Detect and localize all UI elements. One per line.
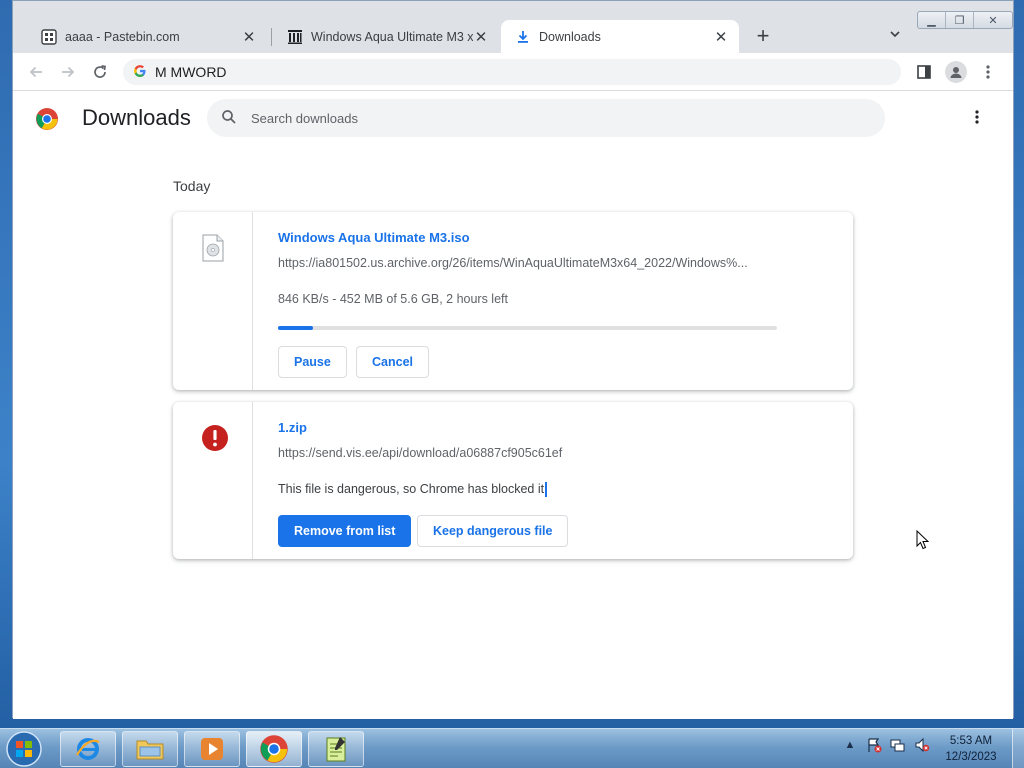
file-explorer-taskbar-icon[interactable] — [122, 731, 178, 767]
file-icon-column — [173, 212, 253, 390]
chrome-taskbar-icon[interactable] — [246, 731, 302, 767]
tab-search-chevron-icon[interactable] — [885, 27, 905, 47]
search-input[interactable] — [251, 110, 811, 126]
tab-downloads[interactable]: Downloads ✕ — [501, 20, 739, 53]
tab-strip: aaaa - Pastebin.com ✕ Windows Aqua Ultim… — [13, 1, 1013, 53]
tab-archive[interactable]: Windows Aqua Ultimate M3 x64 ✕ — [273, 20, 499, 53]
tab-title: aaaa - Pastebin.com — [65, 29, 180, 44]
notepad-taskbar-icon[interactable] — [308, 731, 364, 767]
taskbar: ▲ 5:53 AM 12/3/2023 — [0, 728, 1024, 768]
search-box — [207, 99, 885, 137]
download-icon — [515, 29, 531, 45]
file-name-link[interactable]: 1.zip — [278, 420, 307, 435]
chrome-window: aaaa - Pastebin.com ✕ Windows Aqua Ultim… — [12, 0, 1014, 719]
download-progress-bar — [278, 326, 777, 330]
downloads-header: Downloads — [13, 91, 1013, 149]
volume-muted-icon[interactable] — [914, 737, 930, 753]
new-tab-button[interactable]: + — [751, 25, 775, 49]
maximize-button[interactable]: ❐ — [946, 12, 974, 28]
file-url[interactable]: https://send.vis.ee/api/download/a06887c… — [278, 446, 778, 460]
close-window-button[interactable]: ✕ — [974, 12, 1012, 28]
minimize-button[interactable]: ▁ — [918, 12, 946, 28]
danger-status-line: This file is dangerous, so Chrome has bl… — [278, 482, 548, 498]
text-caret — [545, 482, 548, 498]
address-text: M MWORD — [155, 64, 227, 80]
start-button[interactable] — [4, 730, 44, 768]
file-icon-column — [173, 402, 253, 559]
tab-title: Downloads — [539, 29, 601, 44]
tab-pastebin[interactable]: aaaa - Pastebin.com ✕ — [27, 20, 267, 53]
address-bar[interactable]: M MWORD — [123, 59, 901, 85]
keep-dangerous-file-button[interactable]: Keep dangerous file — [417, 515, 569, 547]
chrome-logo-icon — [36, 108, 58, 130]
pause-button[interactable]: Pause — [278, 346, 347, 378]
network-icon[interactable] — [890, 737, 906, 753]
show-hidden-icons-icon[interactable]: ▲ — [842, 737, 858, 753]
back-button[interactable] — [25, 61, 47, 83]
google-g-icon — [133, 64, 147, 81]
tab-title: Windows Aqua Ultimate M3 x64 — [311, 29, 473, 44]
reload-button[interactable] — [89, 61, 111, 83]
window-controls: ▁ ❐ ✕ — [917, 11, 1013, 29]
tab-separator — [271, 28, 272, 46]
search-icon — [221, 109, 237, 128]
profile-avatar-icon[interactable] — [945, 61, 967, 83]
download-item: Windows Aqua Ultimate M3.iso https://ia8… — [173, 212, 853, 390]
action-center-flag-icon[interactable] — [866, 737, 882, 753]
media-player-taskbar-icon[interactable] — [184, 731, 240, 767]
downloads-page: Downloads Today — [13, 91, 1013, 719]
show-desktop-button[interactable] — [1012, 729, 1024, 768]
file-url[interactable]: https://ia801502.us.archive.org/26/items… — [278, 256, 778, 270]
download-status: 846 KB/s - 452 MB of 5.6 GB, 2 hours lef… — [278, 292, 508, 306]
browser-menu-icon[interactable] — [977, 61, 999, 83]
download-item: 1.zip https://send.vis.ee/api/download/a… — [173, 402, 853, 559]
side-panel-icon[interactable] — [913, 61, 935, 83]
pastebin-icon — [41, 28, 57, 45]
more-actions-icon[interactable] — [967, 109, 987, 129]
remove-from-list-button[interactable]: Remove from list — [278, 515, 412, 547]
disc-image-file-icon — [202, 234, 224, 262]
date-section-label: Today — [173, 178, 211, 194]
danger-status: This file is dangerous, so Chrome has bl… — [278, 482, 545, 496]
toolbar: M MWORD — [13, 53, 1013, 91]
internet-explorer-taskbar-icon[interactable] — [60, 731, 116, 767]
clock-time: 5:53 AM — [949, 735, 993, 747]
close-tab-icon[interactable]: ✕ — [473, 29, 489, 46]
mouse-cursor-icon — [916, 530, 930, 550]
file-name-link[interactable]: Windows Aqua Ultimate M3.iso — [278, 230, 470, 245]
close-tab-icon[interactable]: ✕ — [241, 29, 257, 46]
forward-button[interactable] — [57, 61, 79, 83]
close-tab-icon[interactable]: ✕ — [713, 29, 729, 46]
system-tray: ▲ — [842, 737, 930, 753]
progress-fill — [278, 326, 313, 330]
danger-warning-icon — [202, 425, 228, 451]
page-title: Downloads — [82, 105, 191, 130]
cancel-button[interactable]: Cancel — [356, 346, 429, 378]
taskbar-clock[interactable]: 5:53 AM 12/3/2023 — [936, 733, 1006, 765]
clock-date: 12/3/2023 — [945, 751, 997, 763]
archive-icon — [287, 29, 303, 45]
